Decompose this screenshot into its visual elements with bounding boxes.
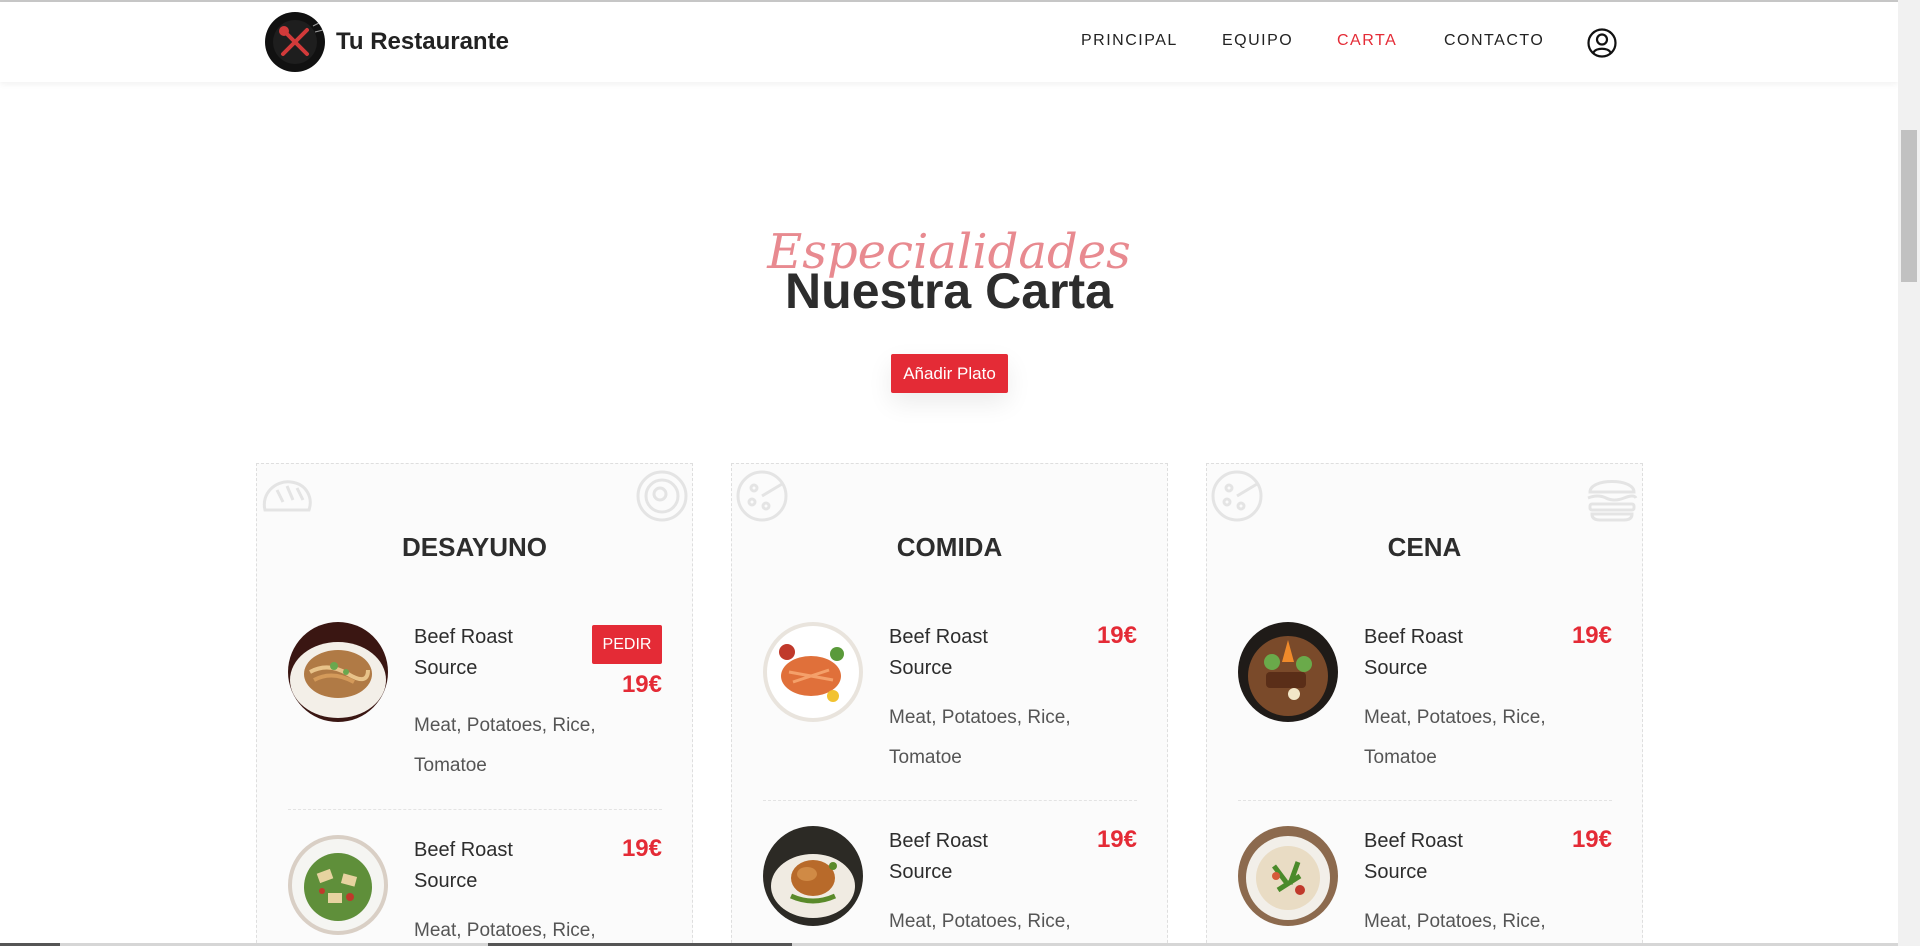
menu-card-desayuno: DESAYUNO Beef Roast Source PEDIR 19€ Mea… [256,463,693,946]
dish-name: Beef Roast Source [1364,830,1463,883]
item-divider [288,809,662,810]
dish-name: Beef Roast Source [414,839,513,892]
soup-bowl-image [1238,826,1338,926]
dish-name: Beef Roast Source [414,626,513,679]
item-divider [1238,800,1612,801]
dish-description: Meat, Potatoes, Rice, Tomatoe [414,715,596,776]
burger-icon [1584,470,1640,522]
scrollbar-thumb[interactable] [1901,130,1917,282]
dish-price: 19€ [1571,622,1612,649]
menu-card-cena: CENA Beef Roast Source 19€ Meat, Potatoe… [1206,463,1643,946]
dish-price: 19€ [1096,622,1137,649]
add-dish-button[interactable]: Añadir Plato [891,354,1008,393]
bread-icon [259,470,315,522]
section-title: Nuestra Carta [785,263,1113,319]
nav-carta[interactable]: CARTA [1337,32,1397,50]
nav-principal[interactable]: PRINCIPAL [1081,32,1178,50]
brand-name[interactable]: Tu Restaurante [336,28,509,56]
menu-card-comida: COMIDA Beef Roast Source 19€ Meat, Potat… [731,463,1168,946]
pizza-icon [1209,470,1265,522]
nav-contacto[interactable]: CONTACTO [1444,32,1544,50]
dish-description: Meat, Potatoes, Rice, Tomatoe [1364,707,1546,768]
dish-name: Beef Roast Source [1364,626,1463,679]
dish-description: Meat, Potatoes, Rice, Tomatoe [889,707,1071,768]
dish-price: 19€ [621,835,662,862]
steak-bowl-image [1238,622,1338,722]
salmon-plate-image [763,622,863,722]
dish-description: Meat, Potatoes, Rice, [1364,911,1546,932]
dish-name: Beef Roast Source [889,626,988,679]
dish-name: Beef Roast Source [889,830,988,883]
dish-price: 19€ [1571,826,1612,853]
dish-description: Meat, Potatoes, Rice, [414,920,596,941]
egg-pan-icon [634,470,690,522]
item-divider [763,800,1137,801]
menu-title: CENA [1387,532,1462,562]
nav-equipo[interactable]: EQUIPO [1222,32,1293,50]
site-header: Tu Restaurante PRINCIPAL EQUIPO CARTA CO… [0,2,1898,82]
menu-title: COMIDA [896,532,1003,562]
dish-price: 19€ [621,671,662,698]
dish-description: Meat, Potatoes, Rice, [889,911,1071,932]
pizza-icon [734,470,790,522]
noodle-plate-image [288,622,388,722]
dish-price: 19€ [1096,826,1137,853]
menu-title: DESAYUNO [402,532,547,562]
user-circle-icon[interactable] [1587,28,1617,58]
roast-chicken-image [763,826,863,926]
restaurant-logo[interactable] [265,12,325,72]
salad-plate-image [288,835,388,935]
order-button[interactable]: PEDIR [592,625,662,664]
